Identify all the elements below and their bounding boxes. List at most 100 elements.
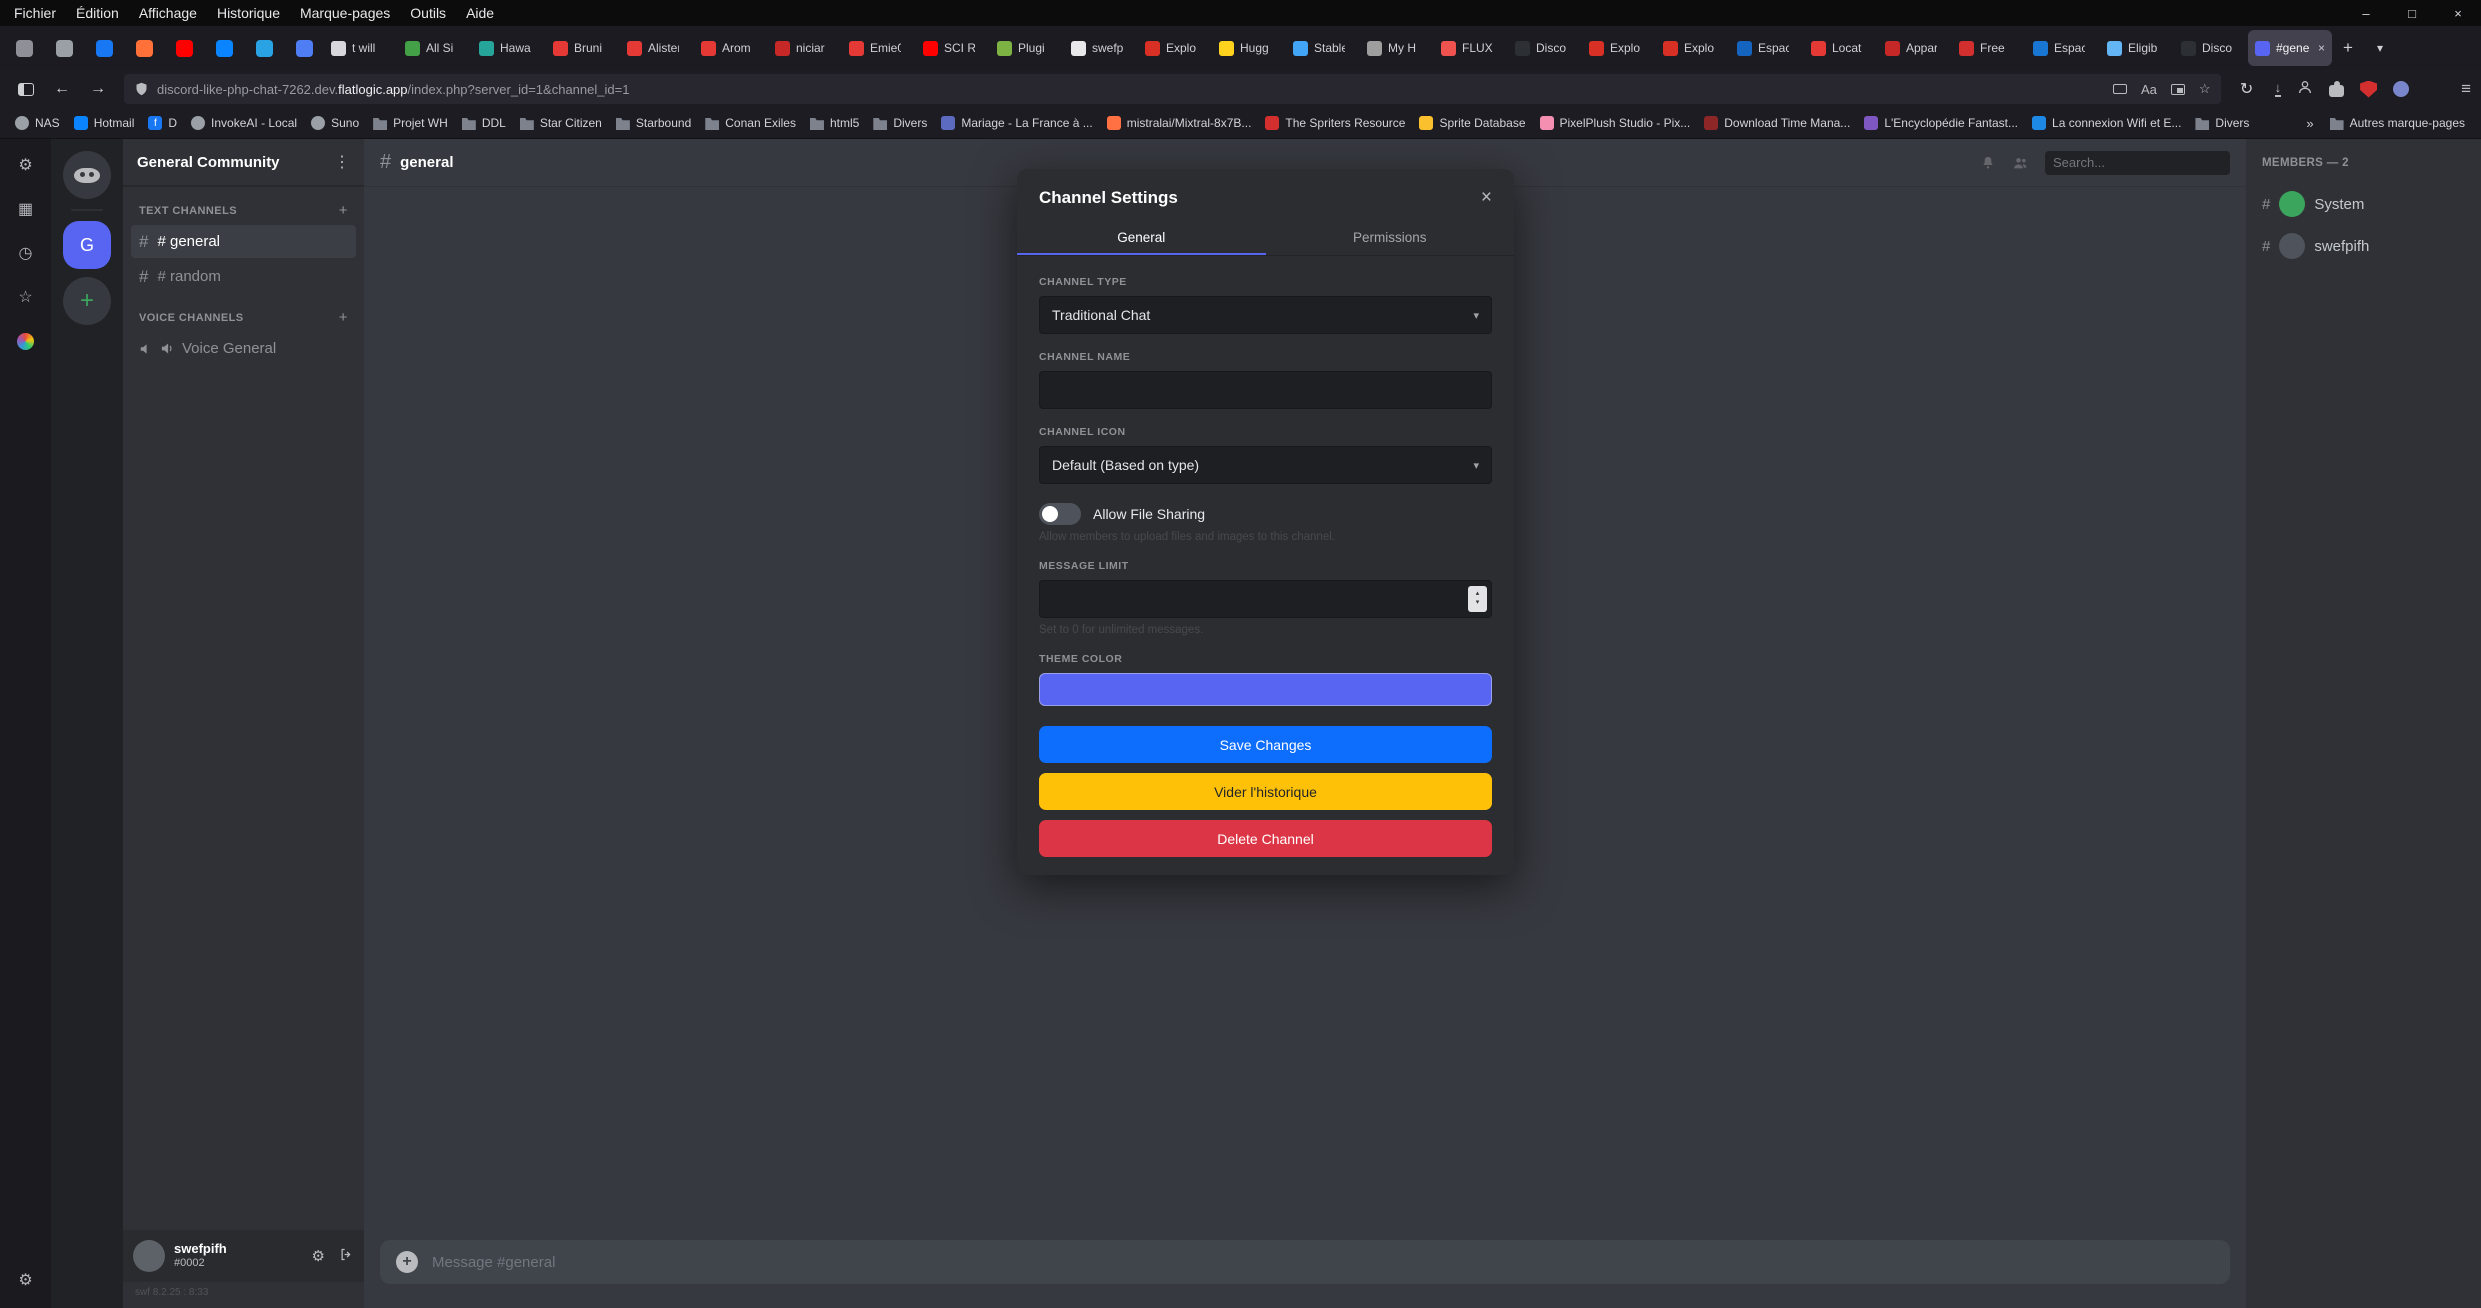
voice-channel-row[interactable]: Voice General [131, 332, 356, 365]
browser-tab[interactable]: t will [324, 30, 398, 66]
sidebar-palette-icon[interactable]: ● [11, 327, 41, 355]
pinned-tab-blue[interactable] [204, 30, 244, 66]
extensions-icon[interactable] [2329, 85, 2344, 97]
member-row[interactable]: # System [2254, 183, 2473, 225]
bookmark-star-icon[interactable]: ☆ [2199, 81, 2211, 97]
menu-item[interactable]: Outils [400, 0, 456, 26]
bookmark-item[interactable]: mistralai/Mixtral-8x7B... [1100, 111, 1259, 135]
pinned-tab-globe[interactable] [44, 30, 84, 66]
sidebar-tabs-icon[interactable]: ▦ [11, 195, 41, 223]
reload-button[interactable]: ↻ [2231, 74, 2263, 104]
close-window-button[interactable]: × [2435, 0, 2481, 26]
members-toggle-icon[interactable] [2012, 155, 2029, 171]
url-bar[interactable]: discord-like-php-chat-7262.dev.flatlogic… [124, 74, 2221, 104]
bookmark-item[interactable]: Sprite Database [1412, 111, 1532, 135]
bookmarks-overflow-icon[interactable]: » [2298, 116, 2321, 131]
theme-color-input[interactable] [1039, 673, 1492, 706]
pinned-tab-outlook[interactable] [244, 30, 284, 66]
server-header[interactable]: General Community ⋮ [123, 139, 364, 186]
bookmark-item[interactable]: html5 [803, 111, 866, 135]
browser-tab[interactable]: Explo [1138, 30, 1212, 66]
number-spinner[interactable]: ▴ ▾ [1468, 586, 1487, 612]
bookmark-item[interactable]: The Spriters Resource [1258, 111, 1412, 135]
browser-tab[interactable]: SCI R [916, 30, 990, 66]
back-button[interactable]: ← [46, 74, 78, 104]
minimize-button[interactable]: – [2343, 0, 2389, 26]
bookmark-item[interactable]: Download Time Mana... [1697, 111, 1857, 135]
search-input[interactable] [2045, 151, 2230, 175]
menu-item[interactable]: Édition [66, 0, 129, 26]
new-tab-button[interactable]: + [2332, 32, 2364, 64]
maximize-button[interactable]: □ [2389, 0, 2435, 26]
notifications-bell-icon[interactable] [1980, 155, 1996, 171]
browser-tab[interactable]: Free [1952, 30, 2026, 66]
browser-tab[interactable]: Hawa [472, 30, 546, 66]
add-voice-channel-button[interactable]: + [339, 309, 348, 326]
browser-tab[interactable]: #gener × [2248, 30, 2332, 66]
save-changes-button[interactable]: Save Changes [1039, 726, 1492, 763]
sidebar-toggle-button[interactable] [10, 74, 42, 104]
extension-icon[interactable] [2393, 81, 2409, 97]
browser-tab[interactable]: Arom [694, 30, 768, 66]
server-button-general-community[interactable]: G [63, 221, 111, 269]
channel-icon-select[interactable]: Default (Based on type) ▾ [1039, 446, 1492, 484]
bookmark-item[interactable]: Divers [866, 111, 934, 135]
bookmark-item[interactable]: Suno [304, 111, 366, 135]
sidebar-settings-icon[interactable]: ⚙ [11, 151, 41, 179]
member-row[interactable]: # swefpifh [2254, 225, 2473, 267]
screenshot-icon[interactable] [2113, 84, 2127, 94]
translate-icon[interactable]: Aa [2141, 82, 2157, 97]
modal-tab[interactable]: General [1017, 221, 1266, 255]
bookmark-item[interactable]: DDL [455, 111, 513, 135]
bookmark-item[interactable]: Starbound [609, 111, 698, 135]
menu-item[interactable]: Fichier [4, 0, 66, 26]
browser-tab[interactable]: Explo [1582, 30, 1656, 66]
file-sharing-toggle[interactable] [1039, 503, 1081, 525]
bookmark-item[interactable]: NAS [8, 111, 67, 135]
bookmark-item[interactable]: f D [141, 111, 184, 135]
pinned-tab-swirl[interactable] [284, 30, 324, 66]
browser-tab[interactable]: Plugi [990, 30, 1064, 66]
list-all-tabs-button[interactable]: ▾ [2364, 32, 2396, 64]
browser-tab[interactable]: Eligib [2100, 30, 2174, 66]
tracking-shield-icon[interactable] [134, 81, 149, 97]
bookmark-item[interactable]: PixelPlush Studio - Pix... [1533, 111, 1698, 135]
browser-tab[interactable]: Hugg [1212, 30, 1286, 66]
sidebar-customize-icon[interactable]: ⚙ [11, 1266, 41, 1294]
bookmark-item[interactable]: L'Encyclopédie Fantast... [1857, 111, 2025, 135]
user-settings-gear-icon[interactable]: ⚙ [312, 1247, 325, 1265]
browser-tab[interactable]: Espace cli [1730, 30, 1804, 66]
channel-type-select[interactable]: Traditional Chat ▾ [1039, 296, 1492, 334]
channel-row[interactable]: # # random [131, 260, 356, 293]
add-server-button[interactable]: + [63, 277, 111, 325]
menu-item[interactable]: Marque-pages [290, 0, 400, 26]
bookmark-item[interactable]: Hotmail [67, 111, 142, 135]
reader-view-icon[interactable] [2171, 84, 2185, 95]
browser-tab[interactable]: My H [1360, 30, 1434, 66]
pinned-tab-orange[interactable] [124, 30, 164, 66]
spinner-down-icon[interactable]: ▾ [1476, 599, 1480, 608]
menu-icon[interactable]: ≡ [2461, 79, 2471, 99]
adblock-icon[interactable] [2360, 81, 2377, 98]
sidebar-bookmarks-icon[interactable]: ☆ [11, 283, 41, 311]
bookmark-item[interactable]: InvokeAI - Local [184, 111, 304, 135]
forward-button[interactable]: → [82, 74, 114, 104]
delete-channel-button[interactable]: Delete Channel [1039, 820, 1492, 857]
pinned-tab-youtube[interactable] [164, 30, 204, 66]
tab-close-icon[interactable]: × [2318, 41, 2325, 55]
browser-tab[interactable]: Emie0 [842, 30, 916, 66]
browser-tab[interactable]: Locat [1804, 30, 1878, 66]
browser-tab[interactable]: Appar [1878, 30, 1952, 66]
pinned-tab-facebook[interactable] [84, 30, 124, 66]
message-limit-input[interactable] [1039, 580, 1492, 618]
browser-tab[interactable]: Bruni [546, 30, 620, 66]
browser-tab[interactable]: All Si [398, 30, 472, 66]
channel-name-input[interactable] [1039, 371, 1492, 409]
downloads-icon[interactable]: ↓ [2275, 81, 2282, 97]
user-avatar[interactable] [133, 1240, 165, 1272]
bookmark-item[interactable]: Divers [2188, 111, 2256, 135]
discord-home-button[interactable] [63, 151, 111, 199]
browser-tab[interactable]: Espace ab [2026, 30, 2100, 66]
browser-tab[interactable]: swefp [1064, 30, 1138, 66]
bookmark-item[interactable]: Conan Exiles [698, 111, 803, 135]
